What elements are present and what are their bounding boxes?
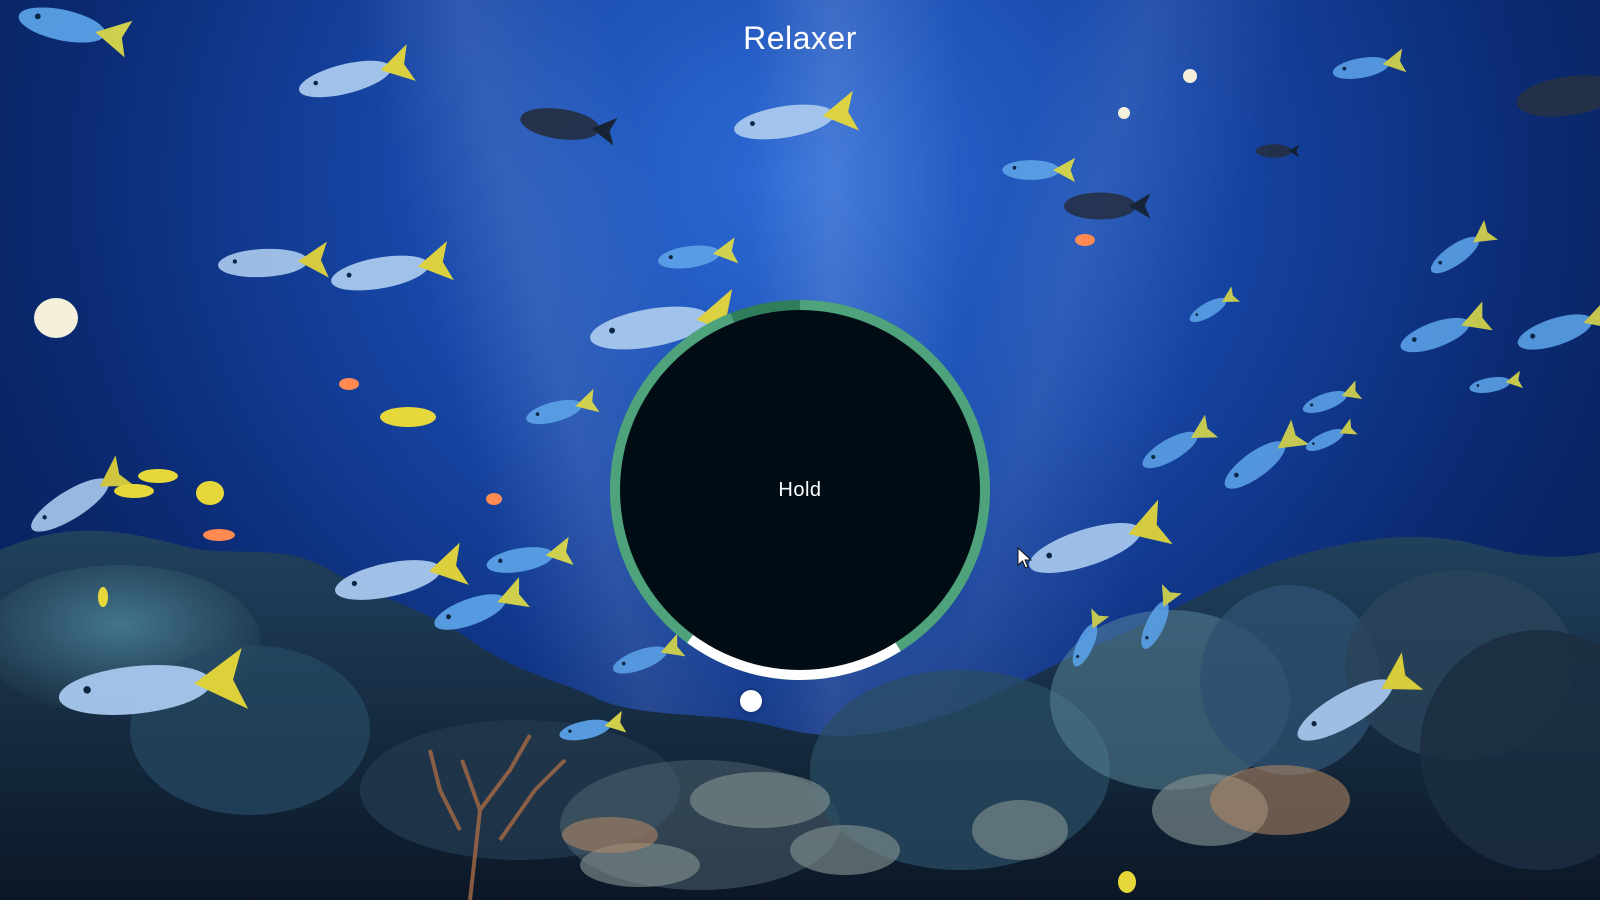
phase-label: Hold: [778, 478, 822, 501]
breathing-timer[interactable]: Hold: [608, 298, 992, 682]
timer-pointer-dot[interactable]: [740, 690, 762, 712]
relaxer-screen: Relaxer Hold: [0, 0, 1600, 900]
mouse-cursor-icon: [1017, 547, 1033, 569]
hold-button[interactable]: Hold: [620, 310, 980, 670]
app-title: Relaxer: [743, 20, 857, 56]
